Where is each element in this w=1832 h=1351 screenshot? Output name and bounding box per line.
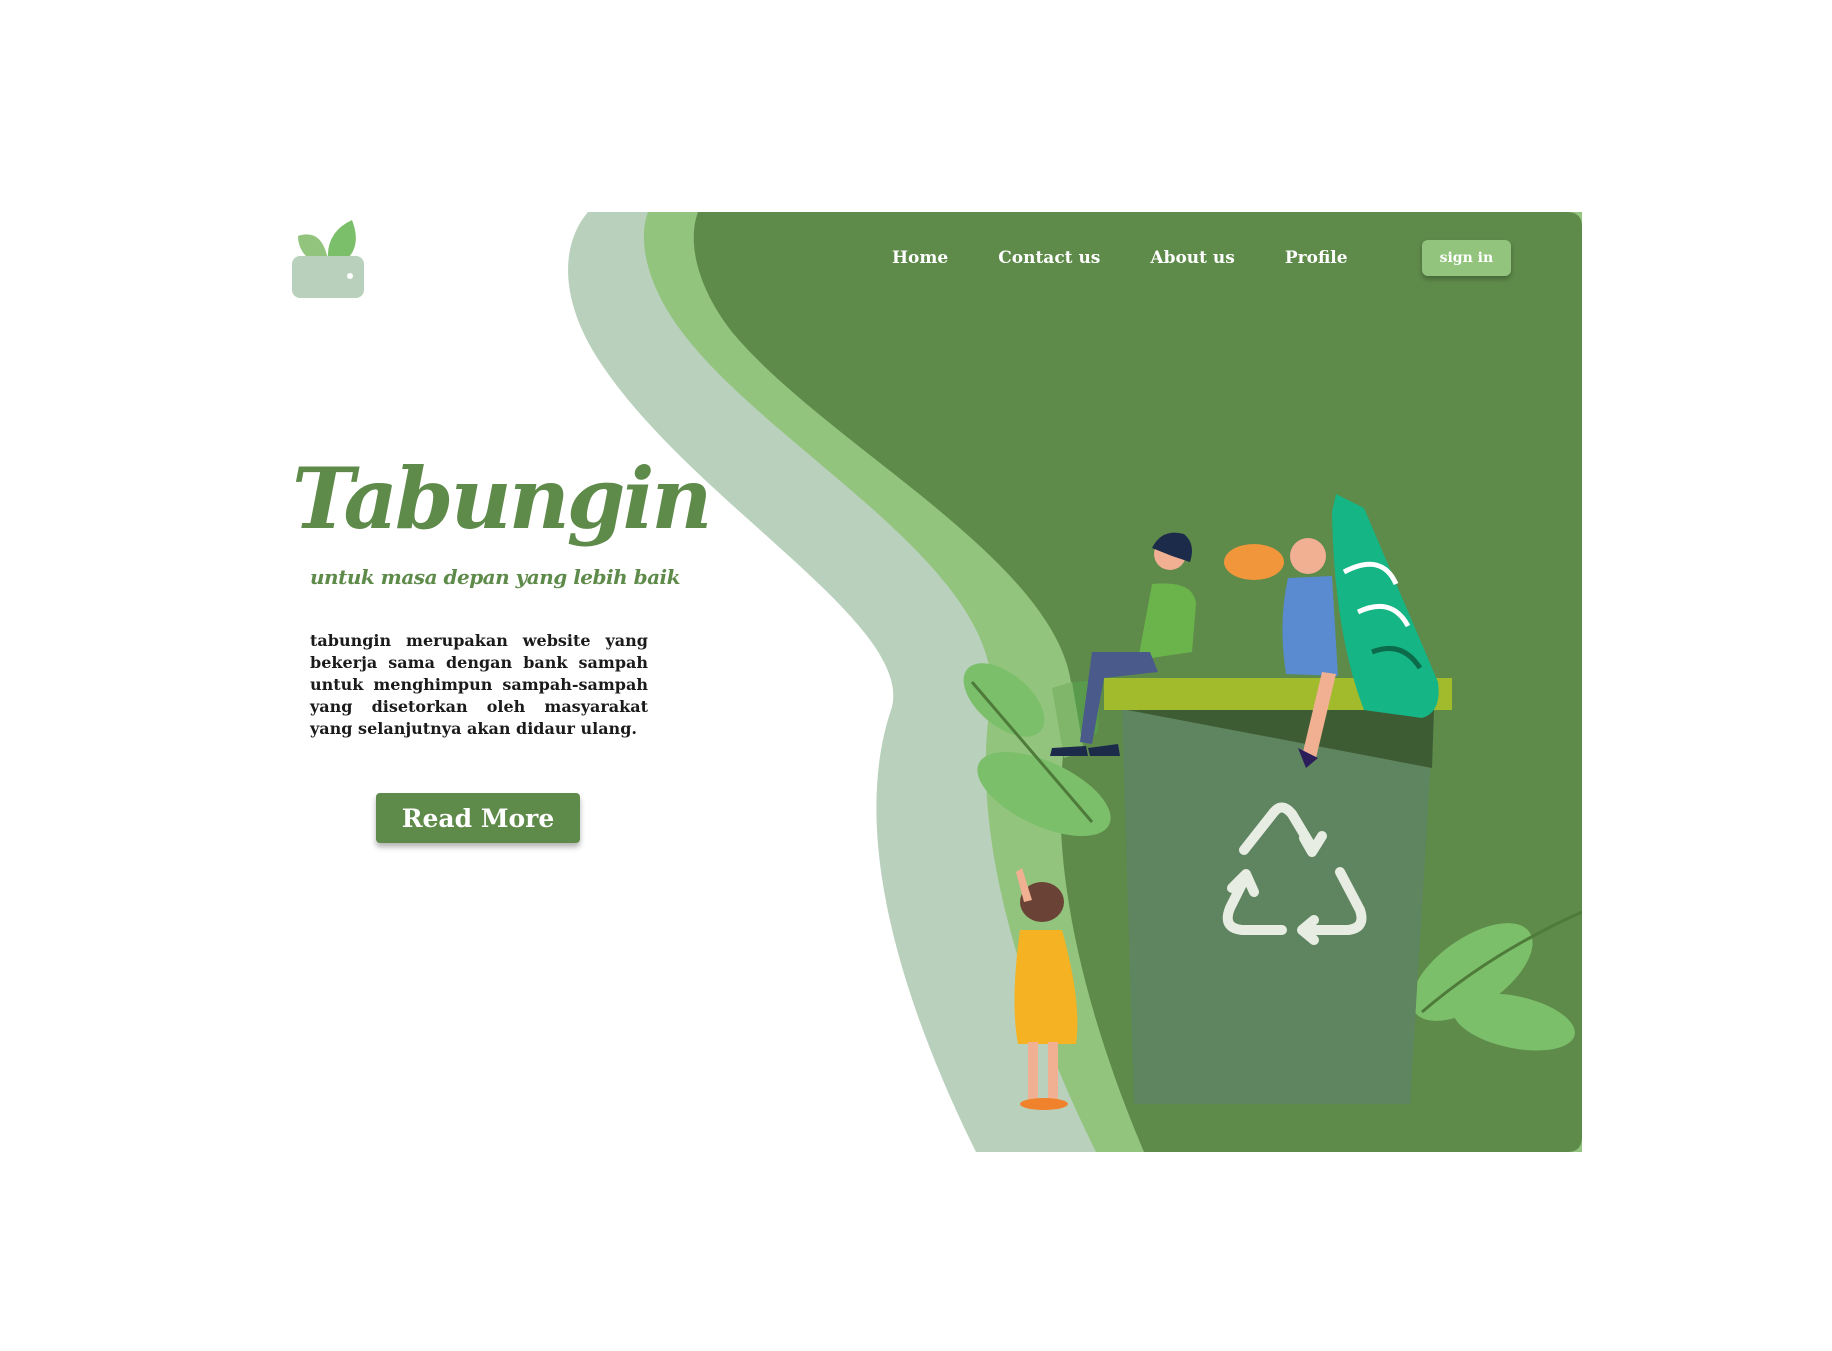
hero-description: tabungin merupakan website yang bekerja … [310, 631, 648, 738]
main-nav: Home Contact us About us Profile sign in [892, 240, 1512, 276]
hero-title: Tabungin [292, 449, 712, 548]
nav-contact-us[interactable]: Contact us [998, 248, 1100, 268]
nav-home[interactable]: Home [892, 248, 948, 268]
nav-about-us[interactable]: About us [1150, 248, 1234, 268]
landing-card: Home Contact us About us Profile sign in… [292, 212, 1582, 1152]
sign-in-button[interactable]: sign in [1421, 240, 1512, 276]
nav-profile[interactable]: Profile [1285, 248, 1348, 268]
bin-body [1122, 709, 1434, 1104]
read-more-button[interactable]: Read More [376, 793, 580, 843]
leaf-wallet-icon [292, 220, 364, 298]
hero-tagline: untuk masa depan yang lebih baik [310, 565, 681, 589]
